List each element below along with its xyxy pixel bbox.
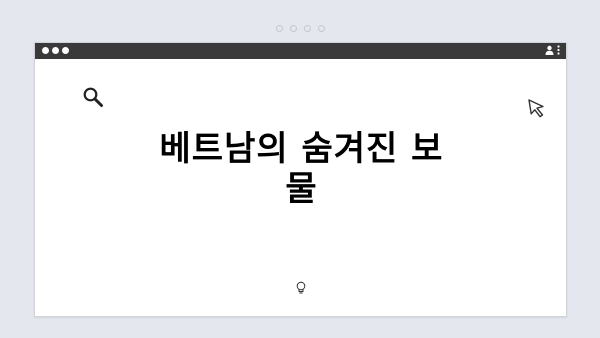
minimize-window-button[interactable]: [52, 47, 59, 54]
window-titlebar: [35, 43, 566, 59]
titlebar-actions: [545, 45, 560, 55]
window-controls: [42, 47, 69, 54]
lightbulb-icon: [295, 280, 307, 299]
decorative-dots: [0, 25, 600, 32]
decorative-dot: [303, 25, 311, 32]
search-icon[interactable]: [82, 86, 104, 112]
decorative-dot: [275, 25, 283, 32]
decorative-dot: [317, 25, 325, 32]
user-icon[interactable]: [545, 45, 554, 55]
cursor-icon: [527, 98, 547, 122]
headline-title: 베트남의 숨겨진 보물: [159, 129, 444, 209]
decorative-dot: [289, 25, 297, 32]
browser-window: 베트남의 숨겨진 보물: [34, 42, 567, 317]
close-window-button[interactable]: [42, 47, 49, 54]
maximize-window-button[interactable]: [62, 47, 69, 54]
kebab-menu-icon[interactable]: [557, 45, 560, 55]
